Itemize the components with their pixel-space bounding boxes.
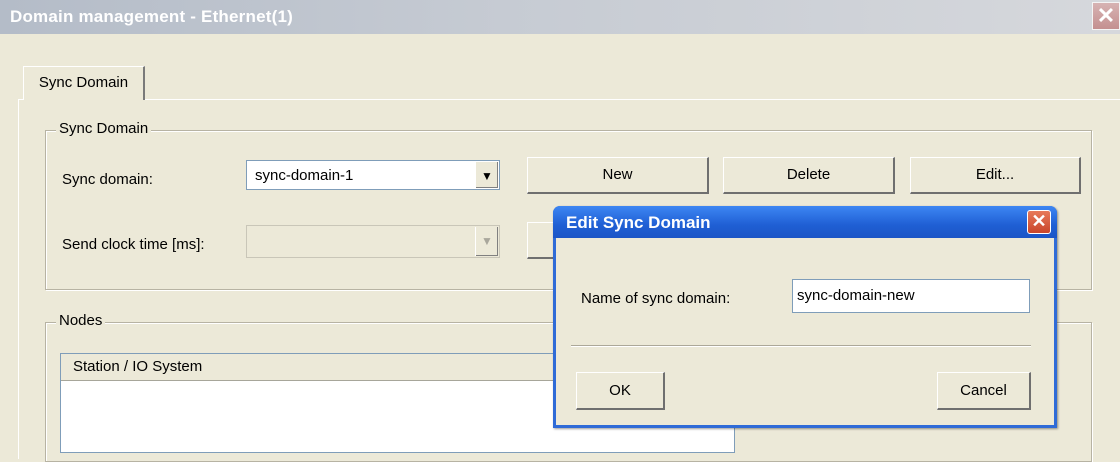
window-close-button[interactable]: ✕	[1092, 2, 1120, 30]
chevron-down-icon[interactable]: ▼	[475, 162, 498, 188]
delete-button[interactable]: Delete	[723, 157, 895, 194]
dialog-body: Name of sync domain: sync-domain-new OK …	[556, 238, 1054, 425]
send-clock-select: ▼	[246, 225, 500, 258]
sync-domain-select[interactable]: sync-domain-1 ▼	[246, 160, 500, 190]
close-icon: ✕	[1031, 211, 1047, 231]
ok-button[interactable]: OK	[576, 372, 665, 410]
name-label: Name of sync domain:	[581, 290, 731, 307]
dialog-separator	[571, 345, 1031, 347]
new-button[interactable]: New	[527, 157, 709, 194]
sync-domain-value: sync-domain-1	[255, 167, 354, 184]
window-title-bar: Domain management - Ethernet(1) ✕	[0, 0, 1120, 34]
dialog-title-bar: Edit Sync Domain ✕	[553, 206, 1057, 238]
sync-domain-name-value: sync-domain-new	[797, 287, 915, 304]
close-icon: ✕	[1096, 3, 1116, 28]
dialog-close-button[interactable]: ✕	[1027, 210, 1051, 234]
cancel-button[interactable]: Cancel	[937, 372, 1031, 410]
sync-domain-name-input[interactable]: sync-domain-new	[792, 279, 1030, 313]
sync-domain-label: Sync domain:	[62, 171, 153, 188]
sync-domain-group-legend: Sync Domain	[56, 120, 152, 137]
edit-sync-domain-dialog: Edit Sync Domain ✕ Name of sync domain: …	[553, 206, 1057, 428]
edit-button[interactable]: Edit...	[910, 157, 1081, 194]
tab-sync-domain[interactable]: Sync Domain	[23, 66, 145, 100]
window-title: Domain management - Ethernet(1)	[10, 7, 293, 26]
nodes-group-legend: Nodes	[56, 312, 106, 329]
dialog-title: Edit Sync Domain	[566, 213, 711, 232]
chevron-down-icon: ▼	[475, 227, 498, 256]
column-header-station[interactable]: Station / IO System	[73, 358, 202, 375]
send-clock-label: Send clock time [ms]:	[62, 236, 205, 253]
